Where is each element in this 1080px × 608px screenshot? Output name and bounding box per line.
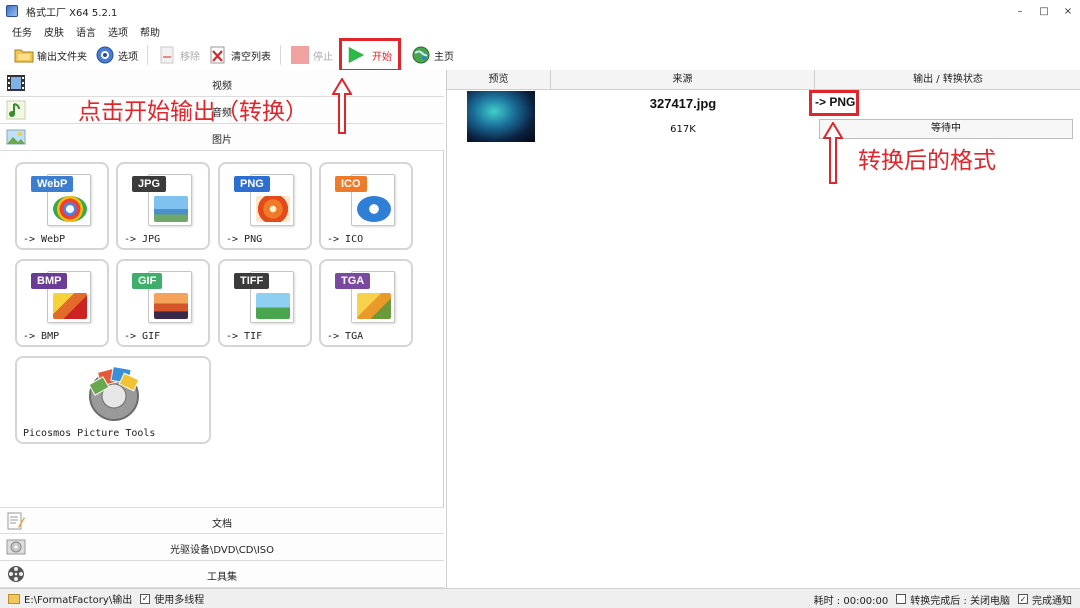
column-output-status[interactable]: 输出 / 转换状态 — [815, 70, 1080, 90]
toolbar-separator — [280, 45, 281, 65]
notify-label: 完成通知 — [1032, 595, 1072, 607]
multithread-checkbox[interactable]: ✓ — [140, 593, 151, 604]
remove-icon — [157, 45, 177, 65]
format-picture-icon — [53, 293, 87, 319]
gear-icon — [95, 45, 115, 65]
format-badge: WebP — [31, 176, 74, 192]
format-picture-icon — [154, 196, 188, 222]
task-table-header: 预览 来源 输出 / 转换状态 — [447, 70, 1080, 90]
output-path[interactable]: E:\FormatFactory\输出 — [24, 591, 132, 606]
format-badge: ICO — [335, 176, 367, 192]
picosmos-tools-tile[interactable]: Picosmos Picture Tools — [15, 356, 211, 444]
tile-caption: -> PNG — [226, 234, 263, 245]
toolbar-separator — [147, 45, 148, 65]
category-image[interactable]: 图片 — [0, 124, 444, 151]
conversion-status: 等待中 — [819, 119, 1073, 139]
maximize-button[interactable]: □ — [1032, 0, 1056, 22]
annotation-arrow-up-icon — [332, 78, 352, 134]
format-badge: JPG — [132, 176, 167, 192]
window-title: 格式工厂 X64 5.2.1 — [26, 7, 118, 19]
output-folder-button[interactable]: 输出文件夹 — [10, 42, 91, 68]
format-tile-webp[interactable]: WebP -> WebP — [15, 162, 109, 250]
output-format: -> PNG — [815, 95, 856, 109]
tile-caption: -> TIF — [226, 331, 263, 342]
home-button[interactable]: 主页 — [407, 42, 458, 68]
status-bar: E:\FormatFactory\输出 ✓ 使用多线程 耗时 : 00:00:0… — [0, 588, 1080, 608]
tile-caption: -> ICO — [327, 234, 364, 245]
tile-caption: -> BMP — [23, 331, 60, 342]
format-picture-icon — [154, 293, 188, 319]
format-picture-icon — [256, 293, 290, 319]
format-tile-ico[interactable]: ICO -> ICO — [319, 162, 413, 250]
format-tile-bmp[interactable]: BMP -> BMP — [15, 259, 109, 347]
format-picture-icon — [53, 196, 87, 222]
annotation-format-hint: 转换后的格式 — [858, 148, 996, 174]
format-tile-jpg[interactable]: JPG -> JPG — [116, 162, 210, 250]
toolbar: 输出文件夹 选项 移除 清空列表 停止 开始 主页 — [0, 38, 1080, 72]
tile-caption: -> JPG — [124, 234, 161, 245]
format-badge: GIF — [132, 273, 163, 289]
clear-list-icon — [208, 45, 228, 65]
format-badge: TIFF — [234, 273, 270, 289]
format-picture-icon — [357, 293, 391, 319]
format-tile-png[interactable]: PNG -> PNG — [218, 162, 312, 250]
format-picture-icon — [357, 196, 391, 222]
tile-caption: -> WebP — [23, 234, 66, 245]
source-filesize: 617K — [670, 124, 696, 135]
annotation-start-hint: 点击开始输出（转换） — [78, 99, 308, 125]
start-button[interactable]: 开始 — [339, 38, 401, 72]
elapsed-time: 耗时 : 00:00:00 — [813, 595, 889, 607]
format-tile-tga[interactable]: TGA -> TGA — [319, 259, 413, 347]
globe-icon — [411, 45, 431, 65]
play-icon — [346, 45, 366, 65]
menu-options[interactable]: 选项 — [108, 24, 128, 39]
folder-icon — [14, 45, 34, 65]
column-source[interactable]: 来源 — [551, 70, 815, 90]
format-tile-gif[interactable]: GIF -> GIF — [116, 259, 210, 347]
menu-bar: 任务 皮肤 语言 选项 帮助 — [0, 22, 1080, 40]
remove-button[interactable]: 移除 — [153, 42, 204, 68]
menu-skin[interactable]: 皮肤 — [44, 24, 64, 39]
stop-button[interactable]: 停止 — [286, 42, 337, 68]
tile-caption: -> GIF — [124, 331, 161, 342]
column-preview[interactable]: 预览 — [447, 70, 551, 90]
menu-task[interactable]: 任务 — [12, 24, 32, 39]
picosmos-tools-icon — [79, 364, 149, 425]
conversion-panel: 视频 音频 图片 WebP -> WebP JPG -> JPG PNG -> PNG IC… — [0, 70, 444, 588]
stop-icon — [290, 45, 310, 65]
folder-icon — [8, 593, 20, 604]
menu-help[interactable]: 帮助 — [140, 24, 160, 39]
title-bar: 格式工厂 X64 5.2.1 – □ × — [0, 0, 1080, 22]
format-factory-window: 格式工厂 X64 5.2.1 – □ × 任务 皮肤 语言 选项 帮助 输出文件… — [0, 0, 1080, 608]
multithread-label: 使用多线程 — [154, 595, 205, 606]
category-document[interactable]: 文档 — [0, 507, 444, 534]
format-badge: PNG — [234, 176, 270, 192]
options-button[interactable]: 选项 — [91, 42, 142, 68]
after-done-label: 转换完成后 : 关闭电脑 — [910, 595, 1010, 607]
window-controls: – □ × — [1008, 0, 1080, 22]
format-badge: TGA — [335, 273, 371, 289]
category-toolbox[interactable]: 工具集 — [0, 561, 444, 588]
format-picture-icon — [256, 196, 290, 222]
preview-thumbnail — [467, 91, 535, 142]
notify-checkbox[interactable]: ✓ — [1018, 594, 1028, 604]
tile-caption: Picosmos Picture Tools — [23, 428, 156, 439]
minimize-button[interactable]: – — [1008, 0, 1032, 22]
clear-list-button[interactable]: 清空列表 — [204, 42, 275, 68]
source-filename: 327417.jpg — [649, 96, 717, 111]
app-icon — [6, 5, 18, 17]
format-tile-tiff[interactable]: TIFF -> TIF — [218, 259, 312, 347]
status-bar-right: 耗时 : 00:00:00 转换完成后 : 关闭电脑 ✓ 完成通知 — [814, 589, 1072, 608]
tile-caption: -> TGA — [327, 331, 364, 342]
menu-language[interactable]: 语言 — [76, 24, 96, 39]
annotation-arrow-up-icon — [823, 122, 843, 184]
format-badge: BMP — [31, 273, 68, 289]
category-optical-drive[interactable]: 光驱设备\DVD\CD\ISO — [0, 534, 444, 561]
shutdown-checkbox[interactable] — [896, 594, 907, 604]
close-button[interactable]: × — [1056, 0, 1080, 22]
